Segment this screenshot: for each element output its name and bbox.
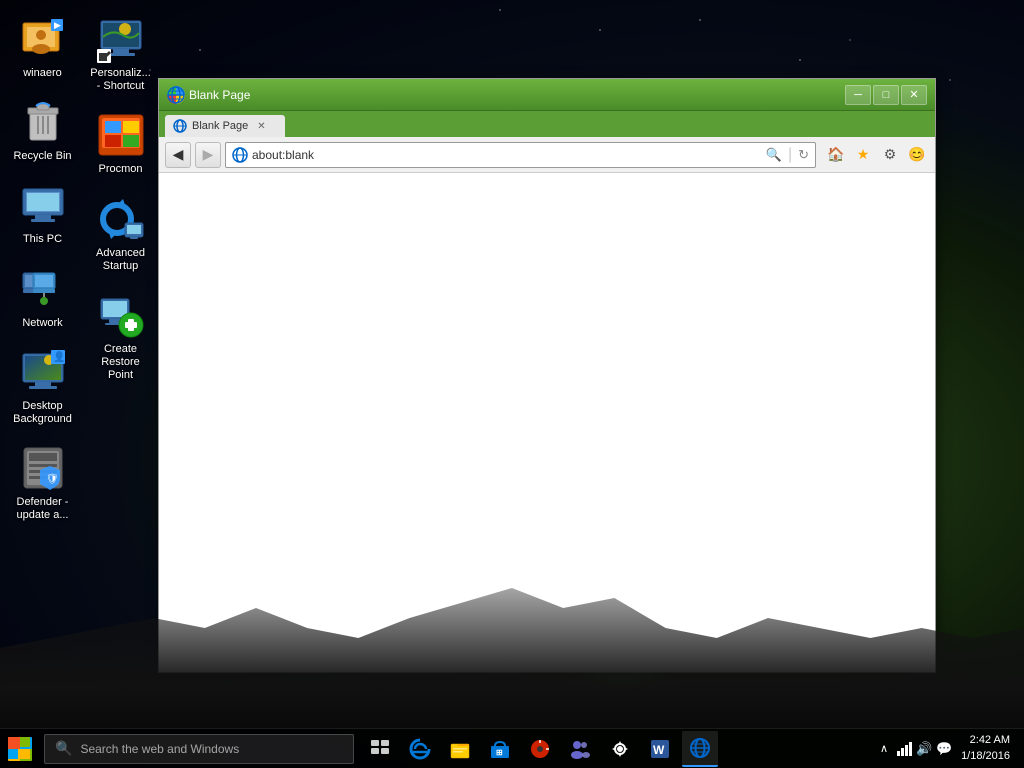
titlebar-left: Blank Page <box>167 86 250 104</box>
desktop-icon-create-restore[interactable]: Create Restore Point <box>83 286 158 388</box>
desktop-icon-defender[interactable]: 🛡 Defender - update a... <box>5 439 80 527</box>
winaero-label: winaero <box>23 67 62 80</box>
browser-window: Blank Page ─ □ ✕ Blank Page ✕ <box>158 78 936 673</box>
minimize-button[interactable]: ─ <box>845 85 871 105</box>
tab-label: Blank Page <box>192 120 248 132</box>
taskbar-media[interactable] <box>522 731 558 767</box>
taskbar-icons: ⊞ <box>362 731 867 767</box>
this-pc-label: This PC <box>23 233 62 246</box>
start-button[interactable] <box>0 729 40 768</box>
search-icon: 🔍 <box>55 740 72 757</box>
address-separator: | <box>788 146 792 164</box>
desktop-icon-advanced-startup[interactable]: Advanced Startup <box>83 190 158 278</box>
address-refresh-icon[interactable]: ↻ <box>798 147 809 163</box>
defender-icon: 🛡 <box>19 444 67 492</box>
ie-titlebar-icon <box>167 86 185 104</box>
taskbar: 🔍 Search the web and Windows <box>0 728 1024 768</box>
forward-button[interactable]: ▶ <box>195 142 221 168</box>
back-button[interactable]: ◀ <box>165 142 191 168</box>
taskbar-word[interactable]: W <box>642 731 678 767</box>
desktop-background-icon: 👤 <box>19 348 67 396</box>
taskbar-settings[interactable] <box>602 731 638 767</box>
svg-text:⊞: ⊞ <box>496 748 503 757</box>
desktop-icons-col2: Personaliz... - Shortcut Procmon <box>83 10 158 388</box>
svg-text:🛡: 🛡 <box>46 473 59 485</box>
desktop-background-label: Desktop Background <box>10 400 75 426</box>
maximize-button[interactable]: □ <box>873 85 899 105</box>
advanced-startup-label: Advanced Startup <box>88 247 153 273</box>
taskbar-people[interactable] <box>562 731 598 767</box>
procmon-label: Procmon <box>98 163 142 176</box>
defender-label: Defender - update a... <box>10 496 75 522</box>
recycle-bin-label: Recycle Bin <box>13 150 71 163</box>
home-button[interactable]: 🏠 <box>824 143 848 167</box>
advanced-startup-icon <box>97 195 145 243</box>
network-icon <box>19 265 67 313</box>
desktop-icon-network[interactable]: Network <box>5 260 80 335</box>
desktop-icon-winaero[interactable]: ▶ winaero <box>5 10 80 85</box>
taskbar-task-view[interactable] <box>362 731 398 767</box>
system-clock[interactable]: 2:42 AM 1/18/2016 <box>955 733 1016 764</box>
browser-title: Blank Page <box>189 88 250 102</box>
clock-time: 2:42 AM <box>961 733 1010 748</box>
personalize-label: Personaliz... - Shortcut <box>88 67 153 93</box>
titlebar-controls: ─ □ ✕ <box>845 85 927 105</box>
tray-message[interactable]: 💬 <box>935 740 953 758</box>
system-tray: ∧ 🔊 💬 2:42 AM 1/18/2016 <box>867 733 1024 764</box>
desktop-icon-recycle-bin[interactable]: Recycle Bin <box>5 93 80 168</box>
winaero-icon: ▶ <box>19 15 67 63</box>
search-placeholder: Search the web and Windows <box>80 742 239 756</box>
address-input[interactable] <box>252 148 762 162</box>
browser-toolbar-right: 🏠 ★ ⚙ 😊 <box>824 143 929 167</box>
network-label: Network <box>22 317 62 330</box>
close-button[interactable]: ✕ <box>901 85 927 105</box>
svg-text:W: W <box>653 743 665 757</box>
tray-chevron[interactable]: ∧ <box>875 740 893 758</box>
favorites-button[interactable]: ★ <box>851 143 875 167</box>
personalize-icon <box>97 15 145 63</box>
windows-logo-icon <box>8 737 32 761</box>
create-restore-icon <box>97 291 145 339</box>
svg-text:▶: ▶ <box>54 20 61 30</box>
create-restore-label: Create Restore Point <box>88 343 153 383</box>
browser-titlebar: Blank Page ─ □ ✕ <box>159 79 935 111</box>
recycle-bin-icon <box>19 98 67 146</box>
browser-content <box>159 173 935 672</box>
tab-close-button[interactable]: ✕ <box>257 121 265 132</box>
desktop-icon-procmon[interactable]: Procmon <box>83 106 158 181</box>
taskbar-store[interactable]: ⊞ <box>482 731 518 767</box>
browser-tab-blank[interactable]: Blank Page ✕ <box>165 115 285 137</box>
browser-tabbar: Blank Page ✕ <box>159 111 935 137</box>
browser-navbar: ◀ ▶ 🔍 | ↻ 🏠 ★ ⚙ 😊 <box>159 137 935 173</box>
tray-network[interactable] <box>895 740 913 758</box>
settings-button[interactable]: ⚙ <box>878 143 902 167</box>
svg-text:👤: 👤 <box>53 350 65 363</box>
desktop-icon-personalize[interactable]: Personaliz... - Shortcut <box>83 10 158 98</box>
tab-ie-icon <box>173 119 187 133</box>
address-bar[interactable]: 🔍 | ↻ <box>225 142 816 168</box>
search-bar[interactable]: 🔍 Search the web and Windows <box>44 734 354 764</box>
tray-volume[interactable]: 🔊 <box>915 740 933 758</box>
procmon-icon <box>97 111 145 159</box>
desktop-icon-this-pc[interactable]: This PC <box>5 176 80 251</box>
taskbar-explorer[interactable] <box>442 731 478 767</box>
smiley-button[interactable]: 😊 <box>905 143 929 167</box>
desktop-icons-col1: ▶ winaero Recycle Bin <box>5 10 80 528</box>
address-ie-icon <box>232 147 248 163</box>
taskbar-ie[interactable] <box>682 731 718 767</box>
clock-date: 1/18/2016 <box>961 749 1010 764</box>
address-search-icon[interactable]: 🔍 <box>766 147 782 163</box>
desktop: ▶ winaero Recycle Bin <box>0 0 1024 768</box>
taskbar-edge[interactable] <box>402 731 438 767</box>
this-pc-icon <box>19 181 67 229</box>
desktop-icon-desktop-background[interactable]: 👤 Desktop Background <box>5 343 80 431</box>
